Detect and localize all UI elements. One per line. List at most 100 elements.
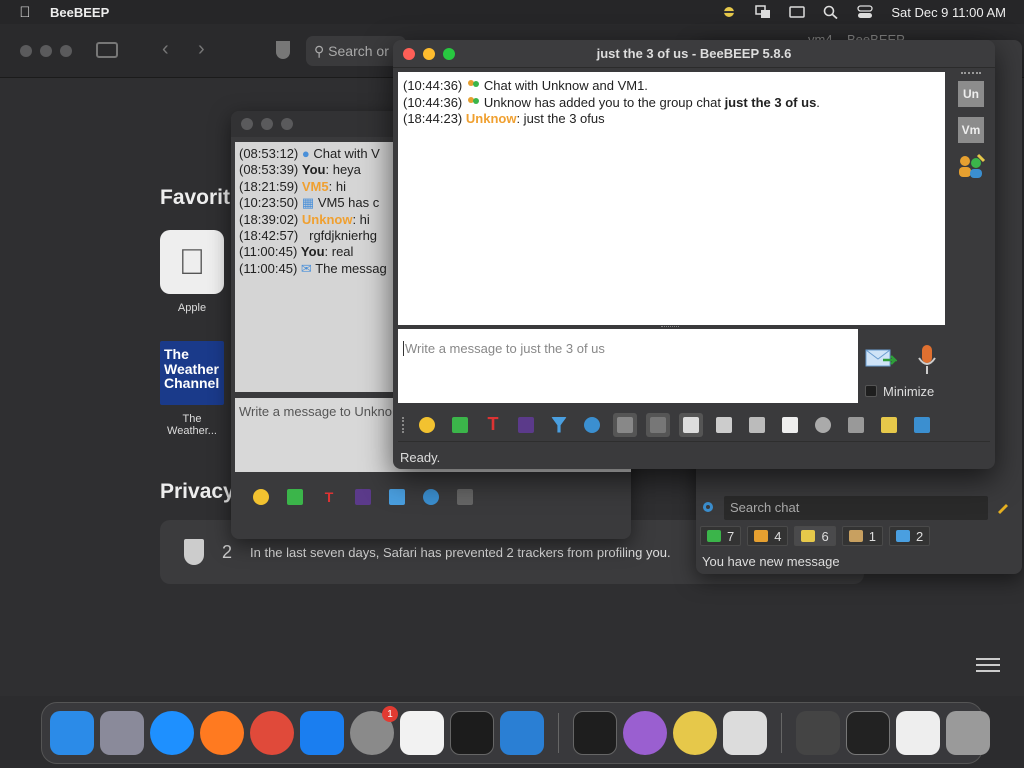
display-icon[interactable]: [789, 5, 806, 19]
send-folder-icon[interactable]: [745, 413, 769, 437]
beebeep-icon[interactable]: [673, 711, 717, 755]
tab-chats[interactable]: 6: [794, 526, 836, 546]
clear-search-icon[interactable]: [996, 500, 1010, 517]
notification-badge: 1: [382, 706, 398, 722]
minimized-window-thumbnail[interactable]: [896, 711, 940, 755]
chat-log: (10:44:36) Chat with Unknow and VM1. (10…: [398, 72, 945, 325]
safari-icon[interactable]: [150, 711, 194, 755]
minimize-label: Minimize: [883, 384, 935, 399]
search-chat-input[interactable]: Search chat: [724, 496, 988, 520]
envelope-icon: ✉: [300, 260, 312, 276]
forward-icon[interactable]: ›: [198, 38, 205, 61]
font-icon[interactable]: T: [317, 485, 341, 509]
member-avatar[interactable]: Vm: [958, 117, 984, 143]
send-file-icon[interactable]: [712, 413, 736, 437]
message-input-placeholder: Write a message to just the 3 of us: [405, 341, 605, 356]
window-controls[interactable]: [241, 118, 293, 130]
screen-mirroring-icon[interactable]: [755, 5, 771, 19]
emoticon-icon[interactable]: [249, 485, 273, 509]
launchpad-icon[interactable]: [100, 711, 144, 755]
emoticon-icon[interactable]: [415, 413, 439, 437]
system-settings-icon[interactable]: 1: [350, 706, 398, 755]
spellcheck-icon[interactable]: [613, 412, 637, 437]
app-menu-name[interactable]: BeeBEEP: [50, 5, 109, 20]
address-bar[interactable]: ⚲ Search or: [306, 36, 406, 66]
group-add-icon: [466, 96, 480, 108]
edit-group-icon[interactable]: [877, 413, 901, 437]
save-chat-icon[interactable]: [844, 413, 868, 437]
beebeep-status-icon[interactable]: [721, 5, 737, 19]
new-message-status: You have new message: [702, 554, 840, 569]
speech-bubble-icon: ●: [301, 146, 310, 161]
microphone-icon[interactable]: [917, 344, 937, 376]
control-center-icon[interactable]: [857, 5, 873, 19]
utility-app-icon[interactable]: [623, 711, 667, 755]
menubar-status-area: Sat Dec 9 11:00 AM: [721, 5, 1024, 20]
tab-shares[interactable]: 1: [841, 526, 883, 546]
member-avatar[interactable]: Un: [958, 81, 984, 107]
panel-grip[interactable]: [961, 72, 981, 75]
font-icon[interactable]: T: [481, 413, 505, 437]
textedit-icon[interactable]: [400, 711, 444, 755]
favorite-label: Apple: [177, 302, 207, 314]
customize-start-page-icon[interactable]: [976, 654, 1000, 674]
settings-icon[interactable]: [580, 413, 604, 437]
spotlight-search-icon[interactable]: [823, 5, 839, 20]
tab-users[interactable]: 7: [700, 526, 742, 546]
text-caret: [403, 341, 404, 356]
address-bar-placeholder: Search or: [328, 43, 389, 59]
screenshot-icon[interactable]: [811, 413, 835, 437]
menubar-clock[interactable]: Sat Dec 9 11:00 AM: [891, 5, 1006, 20]
tab-log[interactable]: 2: [888, 526, 931, 546]
filter-icon[interactable]: [547, 413, 571, 437]
back-icon[interactable]: ‹: [162, 38, 169, 61]
spellcheck-icon[interactable]: [453, 485, 477, 509]
chrome-icon[interactable]: [250, 711, 294, 755]
word-completion-icon[interactable]: [646, 412, 670, 437]
settings-icon[interactable]: [419, 485, 443, 509]
favorite-weather-channel[interactable]: The Weather Channel The Weather...: [160, 341, 224, 437]
group-chat-titlebar: just the 3 of us - BeeBEEP 5.8.6: [393, 40, 995, 68]
favorite-apple[interactable]:  Apple: [160, 230, 224, 314]
apple-menu-icon[interactable]: : [0, 4, 50, 21]
detach-chat-icon[interactable]: [910, 413, 934, 437]
favorite-label: The Weather...: [167, 413, 217, 437]
shares-icon: [848, 530, 863, 542]
toolbar-grip[interactable]: [402, 416, 406, 433]
activity-monitor-icon[interactable]: [573, 711, 617, 755]
system-information-icon[interactable]: [723, 711, 767, 755]
minimize-checkbox[interactable]: [865, 385, 877, 397]
color-icon[interactable]: [351, 485, 375, 509]
log-icon: [895, 530, 910, 542]
terminal-icon[interactable]: [450, 711, 494, 755]
users-icon: [707, 530, 721, 542]
settings-gear-icon[interactable]: [700, 499, 716, 518]
members-panel: Un Vm: [951, 72, 991, 404]
color-icon[interactable]: [514, 413, 538, 437]
finder-icon[interactable]: [50, 711, 94, 755]
send-message-icon[interactable]: [865, 346, 899, 372]
html-icon[interactable]: [778, 413, 802, 437]
message-input[interactable]: Write a message to just the 3 of us: [398, 329, 858, 403]
group-members-icon[interactable]: [956, 153, 986, 179]
mail-icon[interactable]: [448, 413, 472, 437]
tab-groups[interactable]: 4: [747, 526, 789, 546]
safari-window-controls[interactable]: [20, 45, 72, 57]
search-row: Search chat: [700, 496, 1010, 520]
chat-toolbar: T: [398, 408, 990, 442]
trash-icon[interactable]: [946, 711, 990, 755]
sidebar-toggle-icon[interactable]: [96, 42, 118, 58]
privacy-shield-icon[interactable]: [276, 41, 290, 59]
send-on-enter-icon[interactable]: [679, 412, 703, 437]
app-store-icon[interactable]: [300, 711, 344, 755]
group-chat-window[interactable]: just the 3 of us - BeeBEEP 5.8.6 (10:44:…: [393, 40, 995, 469]
filter-icon[interactable]: [385, 485, 409, 509]
minimized-window-thumbnail[interactable]: [846, 711, 890, 755]
tracker-count: 2: [222, 541, 233, 562]
group-icon: [466, 79, 480, 91]
vscode-icon[interactable]: [500, 711, 544, 755]
mail-icon[interactable]: [283, 485, 307, 509]
firefox-icon[interactable]: [200, 711, 244, 755]
privacy-report-heading: Privacy: [160, 480, 235, 503]
minimized-window-thumbnail[interactable]: [796, 711, 840, 755]
